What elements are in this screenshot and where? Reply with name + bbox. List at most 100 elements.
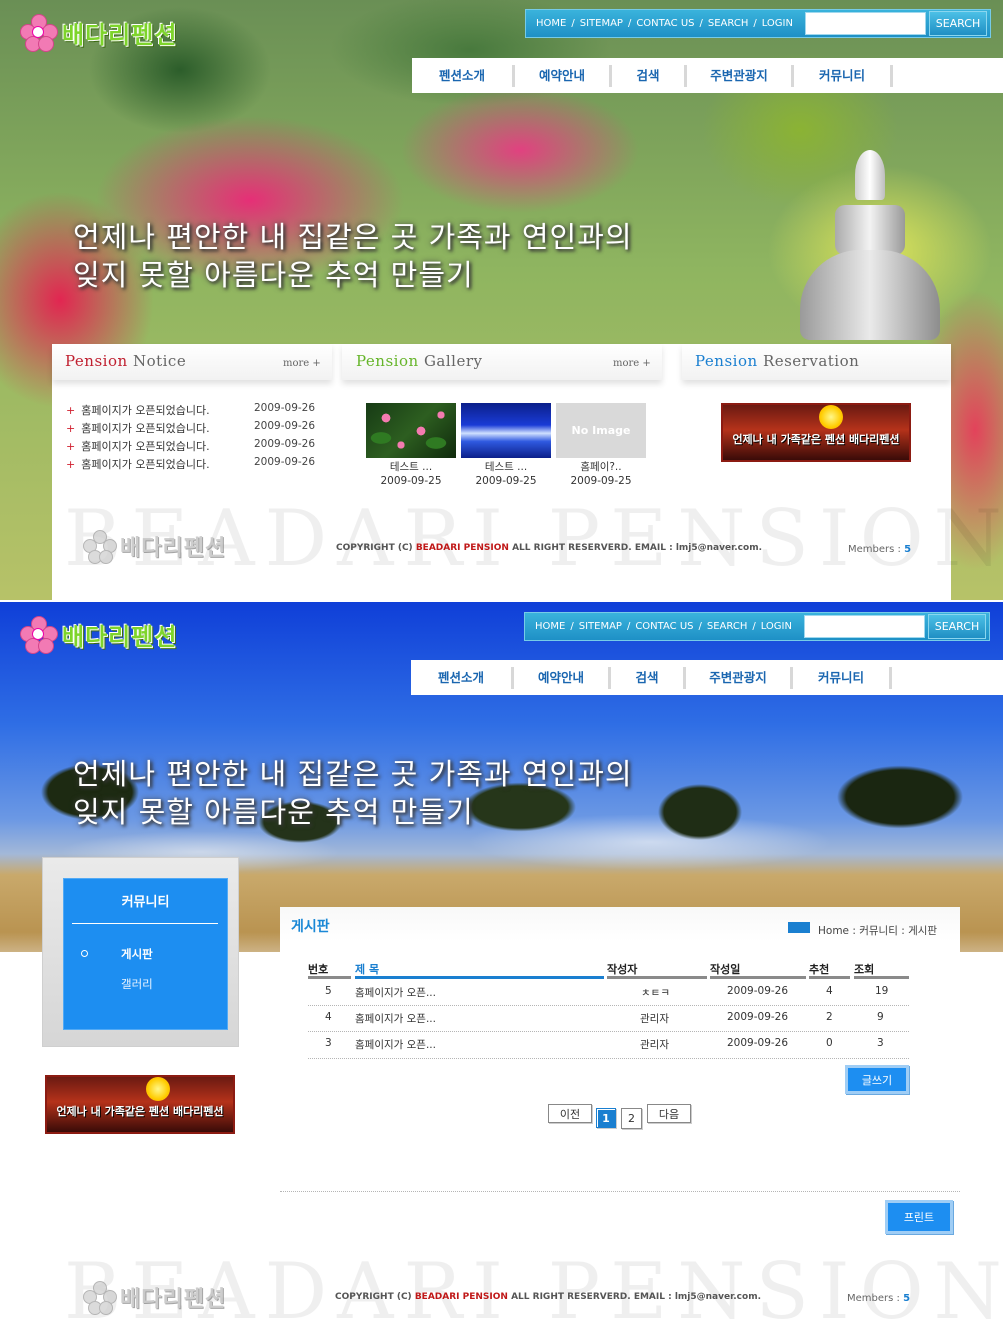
search-input[interactable]: [804, 12, 926, 35]
gallery-more-link[interactable]: more +: [613, 358, 651, 369]
pagination-page-2[interactable]: 2: [621, 1108, 642, 1129]
cell-no: 5: [325, 985, 332, 997]
notice-title: Pension Notice: [65, 352, 187, 370]
gallery-thumb-lily-pond[interactable]: [366, 403, 456, 458]
gallery-caption[interactable]: 홈페이?.. 2009-09-25: [546, 460, 656, 488]
topnav-search[interactable]: SEARCH: [704, 18, 752, 29]
copyright-text: COPYRIGHT (C) BEADARI PENSION ALL RIGHT …: [335, 1292, 761, 1302]
menu-community[interactable]: 커뮤니티: [793, 666, 892, 689]
slogan-line-1: 언제나 편안한 내 집같은 곳 가족과 연인과의: [73, 757, 633, 791]
site-logo[interactable]: 배다리펜션: [16, 12, 177, 52]
flower-icon: [80, 1279, 120, 1315]
cell-date: 2009-09-26: [727, 1011, 789, 1023]
hero-slogan: 언제나 편안한 내 집같은 곳 가족과 연인과의 잊지 못할 아름다운 추억 만…: [73, 755, 633, 831]
menu-search[interactable]: 검색: [612, 64, 687, 87]
cell-writer: ㅊㅌㅋ: [641, 987, 670, 999]
topnav-search[interactable]: SEARCH: [703, 621, 751, 632]
bullet-icon: [81, 950, 88, 957]
cell-subject-link[interactable]: 홈페이지가 오픈...: [355, 1037, 436, 1052]
flower-icon: [16, 614, 62, 654]
menu-reservation[interactable]: 예약안내: [515, 64, 612, 87]
write-button[interactable]: 글쓰기: [845, 1065, 909, 1094]
breadcrumb: Home : 커뮤니티 : 게시판: [818, 925, 938, 937]
column-header-subject: 제 목: [355, 963, 380, 976]
column-header-date: 작성일: [710, 963, 741, 976]
cell-subject-link[interactable]: 홈페이지가 오픈...: [355, 985, 436, 1000]
pagination-page-1[interactable]: 1: [596, 1108, 616, 1128]
notice-item[interactable]: + 홈페이지가 오픈되었습니다.: [66, 456, 210, 472]
cell-subject-link[interactable]: 홈페이지가 오픈...: [355, 1011, 436, 1026]
menu-community[interactable]: 커뮤니티: [794, 64, 893, 87]
menu-attractions[interactable]: 주변관광지: [687, 64, 794, 87]
flower-icon: [16, 12, 62, 52]
main-menu: 펜션소개 예약안내 검색 주변관광지 커뮤니티: [412, 58, 1003, 93]
main-menu: 펜션소개 예약안내 검색 주변관광지 커뮤니티: [411, 660, 1003, 695]
pagination-next[interactable]: 다음: [647, 1104, 691, 1123]
sidebar-menu: 커뮤니티 게시판 갤러리: [42, 857, 239, 1047]
search-button[interactable]: SEARCH: [927, 614, 986, 639]
gallery-caption[interactable]: 테스트 ... 2009-09-25: [451, 460, 561, 488]
notice-more-link[interactable]: more +: [283, 358, 321, 369]
flower-icon: [80, 528, 120, 564]
menu-attractions[interactable]: 주변관광지: [686, 666, 793, 689]
notice-date: 2009-09-26: [254, 456, 316, 468]
logo-text: 배다리펜션: [62, 20, 178, 49]
topnav-sitemap[interactable]: SITEMAP: [576, 18, 627, 29]
pagination-prev[interactable]: 이전: [548, 1104, 592, 1123]
slogan-line-2: 잊지 못할 아름다운 추억 만들기: [73, 795, 474, 829]
topnav-home[interactable]: HOME: [531, 621, 569, 632]
notice-item[interactable]: + 홈페이지가 오픈되었습니다.: [66, 402, 210, 418]
side-banner[interactable]: 언제나 내 가족같은 펜션 배다리펜션: [45, 1075, 235, 1134]
cell-writer: 관리자: [640, 1039, 669, 1051]
column-header-views: 조회: [854, 963, 875, 976]
site-logo[interactable]: 배다리펜션: [16, 614, 177, 654]
column-header-no: 번호: [308, 963, 329, 976]
column-header-writer: 작성자: [607, 963, 638, 976]
print-button[interactable]: 프린트: [885, 1200, 953, 1234]
gallery-thumb-no-image[interactable]: No Image: [556, 403, 646, 458]
board-panel: 게시판 Home : 커뮤니티 : 게시판 번호 제 목 작성자 작성일 추천 …: [280, 907, 960, 1252]
menu-search[interactable]: 검색: [611, 666, 686, 689]
sidebar-title: 커뮤니티: [121, 895, 170, 910]
gallery-caption[interactable]: 테스트 ... 2009-09-25: [356, 460, 466, 488]
gallery-title: Pension Gallery: [356, 352, 483, 370]
footer-logo: 배다리펜션: [80, 528, 226, 564]
cell-no: 4: [325, 1011, 332, 1023]
search-input[interactable]: [803, 615, 925, 638]
notice-item[interactable]: + 홈페이지가 오픈되었습니다.: [66, 438, 210, 454]
topnav-home[interactable]: HOME: [532, 18, 570, 29]
cell-recommend: 4: [826, 985, 833, 997]
logo-text: 배다리펜션: [62, 622, 178, 651]
topnav-contact[interactable]: CONTAC US: [631, 621, 697, 632]
board-page-panel: 배다리펜션 HOME / SITEMAP / CONTAC US / SEARC…: [0, 602, 1003, 1343]
cell-recommend: 0: [826, 1037, 833, 1049]
top-navigation: HOME / SITEMAP / CONTAC US / SEARCH / LO…: [524, 612, 990, 641]
gallery-thumb-blue-wave[interactable]: [461, 403, 551, 458]
cell-recommend: 2: [826, 1011, 833, 1023]
top-navigation: HOME / SITEMAP / CONTAC US / SEARCH / LO…: [525, 9, 991, 38]
hero-slogan: 언제나 편안한 내 집같은 곳 가족과 연인과의 잊지 못할 아름다운 추억 만…: [73, 218, 633, 294]
topnav-sitemap[interactable]: SITEMAP: [575, 621, 626, 632]
reservation-banner[interactable]: 언제나 내 가족같은 펜션 배다리펜션: [721, 403, 911, 462]
menu-reservation[interactable]: 예약안내: [514, 666, 611, 689]
search-button[interactable]: SEARCH: [928, 11, 987, 36]
cell-views: 9: [877, 1011, 884, 1023]
members-count: Members : 5: [848, 544, 912, 555]
sunset-icon: [146, 1077, 170, 1101]
sidebar-item-board[interactable]: 게시판: [121, 946, 153, 962]
cell-no: 3: [325, 1037, 332, 1049]
menu-pension-intro[interactable]: 펜션소개: [411, 666, 514, 689]
topnav-login[interactable]: LOGIN: [757, 621, 796, 632]
sidebar-item-gallery[interactable]: 갤러리: [121, 976, 153, 992]
footer-logo: 배다리펜션: [80, 1279, 226, 1315]
notice-date: 2009-09-26: [254, 438, 316, 450]
topnav-contact[interactable]: CONTAC US: [632, 18, 698, 29]
slogan-line-1: 언제나 편안한 내 집같은 곳 가족과 연인과의: [73, 220, 633, 254]
notice-item[interactable]: + 홈페이지가 오픈되었습니다.: [66, 420, 210, 436]
menu-pension-intro[interactable]: 펜션소개: [412, 64, 515, 87]
home-page-panel: 배다리펜션 HOME / SITEMAP / CONTAC US / SEARC…: [0, 0, 1003, 600]
topnav-login[interactable]: LOGIN: [758, 18, 797, 29]
cell-views: 19: [875, 985, 889, 997]
notice-date: 2009-09-26: [254, 402, 316, 414]
reservation-title: Pension Reservation: [695, 352, 860, 370]
